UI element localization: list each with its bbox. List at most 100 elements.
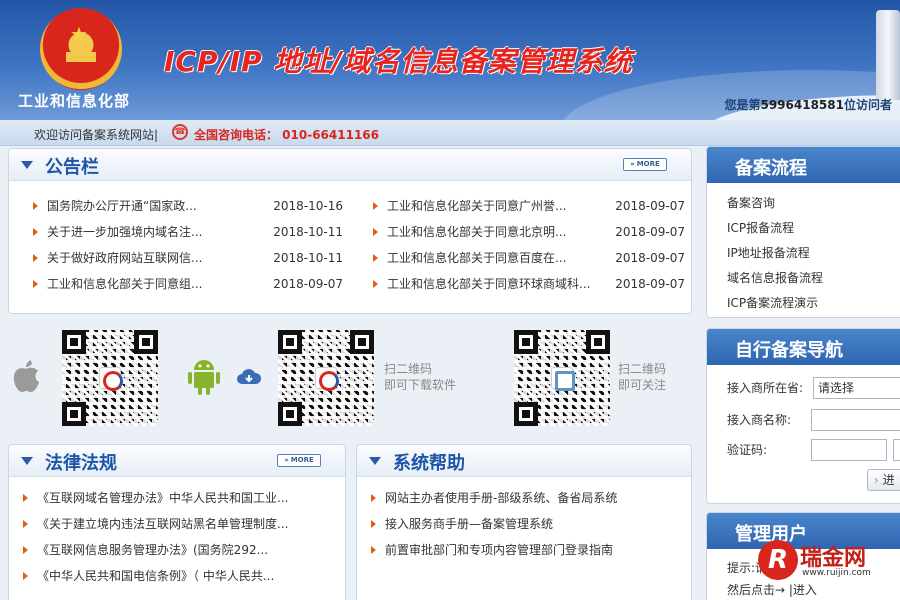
provider-name-input[interactable] <box>811 409 900 431</box>
flow-item[interactable]: 域名信息报备流程 <box>727 266 823 291</box>
list-item-title[interactable]: 前置审批部门和专项内容管理部门登录指南 <box>385 543 613 557</box>
ruijin-watermark: R 瑞金网 www.ruijin.com <box>758 540 898 586</box>
list-item[interactable]: 国务院办公厅开通“国家政... 2018-10-16 <box>27 193 343 219</box>
list-item[interactable]: 工业和信息化部关于同意广州誉... 2018-09-07 <box>367 193 685 219</box>
bullet-arrow-icon <box>23 546 28 554</box>
enter-button[interactable]: › 进 <box>867 469 900 491</box>
list-item-title[interactable]: 《关于建立境内违法互联网站黑名单管理制度... <box>37 517 288 531</box>
list-item[interactable]: 《互联网域名管理办法》中华人民共和国工业... <box>17 485 337 511</box>
enter-label: 进 <box>882 473 895 487</box>
download-qr-code <box>62 330 158 426</box>
bullet-arrow-icon <box>373 202 378 210</box>
visitor-prefix: 您是第 <box>724 98 761 112</box>
list-item[interactable]: 关于进一步加强境内域名注... 2018-10-11 <box>27 219 343 245</box>
welcome-bar: 欢迎访问备案系统网站| ☎ 全国咨询电话： 010-66411166 <box>0 120 900 146</box>
list-item-date: 2018-09-07 <box>615 277 685 291</box>
list-item-title[interactable]: 网站主办者使用手册-部级系统、备省局系统 <box>385 491 617 505</box>
list-item-title[interactable]: 接入服务商手册—备案管理系统 <box>385 517 553 531</box>
list-item[interactable]: 《互联网信息服务管理办法》(国务院292... <box>17 537 337 563</box>
list-item-title[interactable]: 国务院办公厅开通“国家政... <box>47 199 197 213</box>
list-item-date: 2018-10-11 <box>273 225 343 239</box>
law-list: 《互联网域名管理办法》中华人民共和国工业... 《关于建立境内违法互联网站黑名单管… <box>17 485 337 589</box>
bullet-arrow-icon <box>373 228 378 236</box>
flow-title: 备案流程 <box>735 158 807 179</box>
list-item[interactable]: 接入服务商手册—备案管理系统 <box>365 511 685 537</box>
captcha-input[interactable] <box>811 439 887 461</box>
welcome-text: 欢迎访问备案系统网站| <box>34 128 159 142</box>
law-more-button[interactable]: » MORE <box>277 454 321 467</box>
list-item-title[interactable]: 关于做好政府网站互联网信... <box>47 251 202 265</box>
list-item[interactable]: 《中华人民共和国电信条例》（ 中华人民共... <box>17 563 337 589</box>
wechat-logo-icon <box>551 367 575 391</box>
national-emblem-icon: ★ <box>40 8 122 90</box>
list-item-title[interactable]: 《中华人民共和国电信条例》（ 中华人民共... <box>37 569 274 583</box>
flow-item[interactable]: ICP备案流程演示 <box>727 291 823 316</box>
bullet-arrow-icon <box>371 494 376 502</box>
help-panel: 系统帮助 网站主办者使用手册-部级系统、备省局系统 接入服务商手册—备案管理系统前… <box>356 444 692 600</box>
nav-header: 自行备案导航 <box>707 329 900 365</box>
list-item[interactable]: 工业和信息化部关于同意组... 2018-09-07 <box>27 271 343 297</box>
bullet-arrow-icon <box>371 520 376 528</box>
cloud-download-icon <box>237 369 262 384</box>
ministry-name: 工业和信息化部 <box>18 92 131 110</box>
list-item-date: 2018-09-07 <box>615 251 685 265</box>
flow-item[interactable]: ICP报备流程 <box>727 216 823 241</box>
list-item-title[interactable]: 工业和信息化部关于同意百度在... <box>387 251 566 265</box>
download-caption: 扫二维码 即可下载软件 <box>384 361 456 393</box>
provider-label: 接入商所在省: <box>727 381 804 395</box>
law-panel: 法律法规 » MORE 《互联网域名管理办法》中华人民共和国工业... 《关于建立境… <box>8 444 346 600</box>
download-caption-line2: 即可下载软件 <box>384 378 457 392</box>
help-title: 系统帮助 <box>393 453 465 474</box>
list-item-date: 2018-09-07 <box>615 225 685 239</box>
flow-panel: 备案流程 备案咨询 ICP报备流程 IP地址报备流程 域名信息报备流程 ICP备案流程演… <box>706 146 900 318</box>
app-logo-icon <box>315 367 339 391</box>
list-item-title[interactable]: 《互联网域名管理办法》中华人民共和国工业... <box>37 491 288 505</box>
ruijin-logo-icon: R <box>758 540 798 580</box>
list-item-title[interactable]: 工业和信息化部关于同意环球商域科... <box>387 277 590 291</box>
list-item[interactable]: 网站主办者使用手册-部级系统、备省局系统 <box>365 485 685 511</box>
list-item-title[interactable]: 工业和信息化部关于同意组... <box>47 277 202 291</box>
more-label: MORE <box>636 160 660 168</box>
bullet-arrow-icon <box>373 254 378 262</box>
captcha-image <box>893 439 900 461</box>
list-item[interactable]: 前置审批部门和专项内容管理部门登录指南 <box>365 537 685 563</box>
notice-list-left: 国务院办公厅开通“国家政... 2018-10-16 关于进一步加强境内域名注...… <box>27 193 343 297</box>
flow-item[interactable]: IP地址报备流程 <box>727 241 823 266</box>
system-title: ICP/IP 地址/域名信息备案管理系统 <box>164 45 633 78</box>
flow-list: 备案咨询 ICP报备流程 IP地址报备流程 域名信息报备流程 ICP备案流程演示 <box>727 191 823 316</box>
software-qr-code <box>278 330 374 426</box>
notice-more-button[interactable]: » MORE <box>623 158 667 171</box>
list-item-title[interactable]: 《互联网信息服务管理办法》(国务院292... <box>37 543 268 557</box>
self-filing-nav-panel: 自行备案导航 接入商所在省: 请选择 接入商名称: 验证码: › 进 <box>706 328 900 504</box>
triangle-down-icon <box>21 457 33 465</box>
chevron-right-icon: › <box>874 473 883 487</box>
notice-title: 公告栏 <box>45 157 99 178</box>
visitor-suffix: 位访问者 <box>843 98 892 112</box>
android-icon <box>188 360 220 395</box>
phone-icon: ☎ <box>172 124 188 140</box>
law-header: 法律法规 » MORE <box>9 445 345 477</box>
bullet-arrow-icon <box>371 546 376 554</box>
watermark-url: www.ruijin.com <box>802 568 871 578</box>
list-item[interactable]: 《关于建立境内违法互联网站黑名单管理制度... <box>17 511 337 537</box>
list-item-title[interactable]: 工业和信息化部关于同意北京明... <box>387 225 566 239</box>
download-caption-line1: 扫二维码 <box>384 362 433 376</box>
list-item[interactable]: 关于做好政府网站互联网信... 2018-10-11 <box>27 245 343 271</box>
flow-item[interactable]: 备案咨询 <box>727 191 823 216</box>
list-item[interactable]: 工业和信息化部关于同意环球商域科... 2018-09-07 <box>367 271 685 297</box>
follow-qr-code <box>514 330 610 426</box>
bullet-arrow-icon <box>23 572 28 580</box>
bullet-arrow-icon <box>33 202 38 210</box>
list-item[interactable]: 工业和信息化部关于同意北京明... 2018-09-07 <box>367 219 685 245</box>
site-header: ★ 工业和信息化部 ICP/IP 地址/域名信息备案管理系统 您是第599641… <box>0 0 900 120</box>
list-item[interactable]: 工业和信息化部关于同意百度在... 2018-09-07 <box>367 245 685 271</box>
list-item-title[interactable]: 工业和信息化部关于同意广州誉... <box>387 199 566 213</box>
bullet-arrow-icon <box>23 494 28 502</box>
follow-caption-line1: 扫二维码 <box>618 362 667 376</box>
chevron-right-icon: » <box>630 160 635 168</box>
follow-caption-line2: 即可关注 <box>618 378 667 392</box>
list-item-date: 2018-09-07 <box>615 199 685 213</box>
provider-select[interactable]: 请选择 <box>813 377 900 399</box>
triangle-down-icon <box>21 161 33 169</box>
list-item-title[interactable]: 关于进一步加强境内域名注... <box>47 225 202 239</box>
